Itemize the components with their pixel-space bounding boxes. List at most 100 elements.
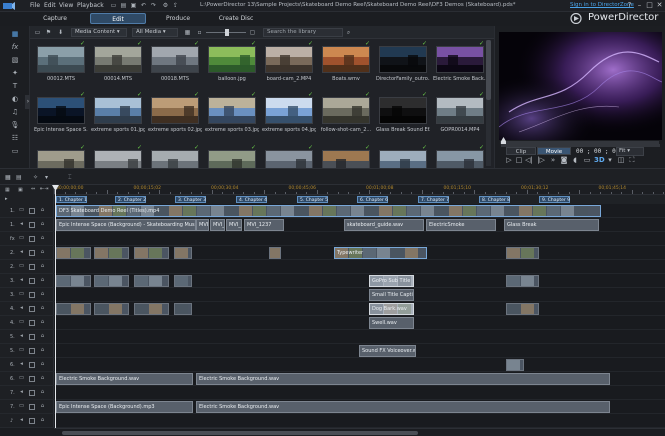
title-room-icon[interactable]: T <box>9 81 21 92</box>
subtitle-room-icon[interactable]: ▭ <box>9 146 21 157</box>
timeline-clip[interactable]: Electric Smoke Background.wav <box>196 401 610 413</box>
redo-icon[interactable]: ↷ <box>150 2 157 9</box>
timeline-clip-thumbnail[interactable] <box>56 303 91 315</box>
timeline-clip-thumbnail[interactable] <box>94 303 129 315</box>
chapter-room-icon[interactable]: ☷ <box>9 133 21 144</box>
track-enable-checkbox[interactable] <box>29 362 35 368</box>
track-manager-icon[interactable]: ▦ <box>5 187 13 193</box>
dropdown-chevron-icon[interactable]: ▾ <box>45 173 48 182</box>
timeline-clip-thumbnail[interactable] <box>174 275 192 287</box>
track-enable-checkbox[interactable] <box>29 348 35 354</box>
track-lock-icon[interactable]: ⌂ <box>39 291 46 298</box>
media-room-icon[interactable]: ▦ <box>9 29 21 40</box>
media-thumbnail[interactable] <box>94 46 142 73</box>
magic-tools-icon[interactable]: ✧ <box>33 173 38 182</box>
tab-capture[interactable]: Capture <box>27 13 83 24</box>
timeline-clip[interactable]: Electric Smoke Background.wav <box>196 373 610 385</box>
voiceover-room-icon[interactable]: 🎙 <box>9 120 21 131</box>
timeline-clip[interactable]: MVI_1234 <box>196 219 209 231</box>
track-enable-checkbox[interactable] <box>29 278 35 284</box>
preview-quality-icon[interactable]: ◫ <box>617 156 625 165</box>
library-scroll-thumb[interactable] <box>486 40 491 100</box>
media-thumbnail[interactable] <box>265 97 313 124</box>
download-icon[interactable]: ⬇ <box>56 28 65 37</box>
timeline-horizontal-scrollbar[interactable] <box>54 428 665 436</box>
timeline-clip[interactable]: skateboard_guide.wav <box>344 219 424 231</box>
zoom-in-icon[interactable]: ▢ <box>248 28 257 37</box>
track-lock-icon[interactable]: ⌂ <box>39 277 46 284</box>
menu-view[interactable]: View <box>59 2 73 9</box>
zoom-out-icon[interactable]: ▫ <box>195 28 204 37</box>
chapter-marker[interactable]: 5. Chapter 5 <box>297 196 328 203</box>
volume-icon[interactable]: ◖ <box>571 156 579 165</box>
chapter-marker[interactable]: 3. Chapter 3 <box>175 196 206 203</box>
particle-room-icon[interactable]: ✦ <box>9 68 21 79</box>
plugins-icon[interactable]: ⚑ <box>44 28 53 37</box>
fx-room-icon[interactable]: fx <box>9 42 21 53</box>
settings-gear-icon[interactable]: ⚙ <box>162 2 169 9</box>
fit-timeline-icon[interactable]: ⇤⇥ <box>40 186 52 192</box>
track-enable-checkbox[interactable] <box>29 222 35 228</box>
chapter-marker[interactable]: 2. Chapter 2 <box>115 196 146 203</box>
timeline-clip[interactable]: Sound FX Voiceover.wav <box>359 345 416 357</box>
media-thumbnail[interactable] <box>265 46 313 73</box>
timeline-clip-thumbnail[interactable] <box>134 275 169 287</box>
tab-produce[interactable]: Produce <box>150 13 206 24</box>
audio-mixing-room-icon[interactable]: ♫ <box>9 107 21 118</box>
timeline-clip-thumbnail[interactable] <box>506 303 539 315</box>
pip-room-icon[interactable]: ▧ <box>9 55 21 66</box>
maximize-button[interactable]: □ <box>645 1 654 10</box>
track-enable-checkbox[interactable] <box>29 390 35 396</box>
media-thumbnail[interactable] <box>151 46 199 73</box>
previous-frame-icon[interactable]: ◁| <box>525 156 533 165</box>
timeline-clip[interactable]: Swell.wav <box>369 317 414 329</box>
media-thumbnail[interactable] <box>151 97 199 124</box>
preview-seek-track[interactable] <box>500 141 659 144</box>
clip-mode-toggle[interactable]: Clip <box>506 147 536 155</box>
track-enable-checkbox[interactable] <box>29 376 35 382</box>
track-enable-checkbox[interactable] <box>29 236 35 242</box>
view-mode-icon[interactable]: ▦ <box>183 28 192 37</box>
media-type-dropdown[interactable]: All Media ▾ <box>132 28 178 37</box>
timeline-clip-thumbnail[interactable] <box>56 275 91 287</box>
upgrade-icon[interactable]: ⇪ <box>172 2 179 9</box>
timeline-clip-thumbnail[interactable] <box>134 247 169 259</box>
track-lock-icon[interactable]: ⌂ <box>39 249 46 256</box>
track-lock-icon[interactable]: ⌂ <box>39 319 46 326</box>
timeline-clip[interactable]: ElectricSmoke <box>426 219 496 231</box>
media-thumbnail[interactable] <box>379 97 427 124</box>
track-enable-checkbox[interactable] <box>29 418 35 424</box>
media-thumbnail[interactable] <box>436 46 484 73</box>
track-lock-icon[interactable]: ⌂ <box>39 389 46 396</box>
timeline-clip[interactable]: Electric Smoke Background.wav <box>56 373 193 385</box>
track-enable-checkbox[interactable] <box>29 404 35 410</box>
media-thumbnail[interactable] <box>322 46 370 73</box>
tab-create-disc[interactable]: Create Disc <box>208 13 264 24</box>
media-thumbnail[interactable] <box>37 97 85 124</box>
search-icon[interactable]: ⌕ <box>344 28 353 37</box>
track-lock-icon[interactable]: ⌂ <box>39 235 46 242</box>
chapter-marker[interactable]: 9. Chapter 9 <box>539 196 570 203</box>
timeline-clip-thumbnail[interactable] <box>174 303 192 315</box>
media-thumbnail[interactable] <box>37 46 85 73</box>
menu-playback[interactable]: Playback <box>77 2 104 9</box>
timeline-clip[interactable]: Small Title Caption <box>369 289 414 301</box>
timeline-clip-thumbnail[interactable] <box>506 359 524 371</box>
track-lock-icon[interactable]: ⌂ <box>39 305 46 312</box>
storyboard-view-icon[interactable]: ▦ <box>5 173 11 182</box>
transition-room-icon[interactable]: ◐ <box>9 94 21 105</box>
undock-icon[interactable]: ▭ <box>583 156 591 165</box>
open-project-icon[interactable]: ▤ <box>120 2 127 9</box>
media-thumbnail[interactable] <box>436 97 484 124</box>
stop-icon[interactable]: □ <box>515 156 523 165</box>
timeline-scroll-thumb[interactable] <box>62 431 418 435</box>
timeline-clip-thumbnail[interactable] <box>269 247 281 259</box>
close-button[interactable]: ✕ <box>655 1 664 10</box>
timeline-clip[interactable]: MVI_1237 <box>244 219 284 231</box>
track-enable-checkbox[interactable] <box>29 306 35 312</box>
timeline-clip[interactable]: GoPro Sub Title <box>369 275 414 287</box>
track-lock-icon[interactable]: ⌂ <box>39 375 46 382</box>
chapter-marker[interactable]: 8. Chapter 8 <box>479 196 510 203</box>
track-enable-checkbox[interactable] <box>29 292 35 298</box>
undo-icon[interactable]: ↶ <box>140 2 147 9</box>
